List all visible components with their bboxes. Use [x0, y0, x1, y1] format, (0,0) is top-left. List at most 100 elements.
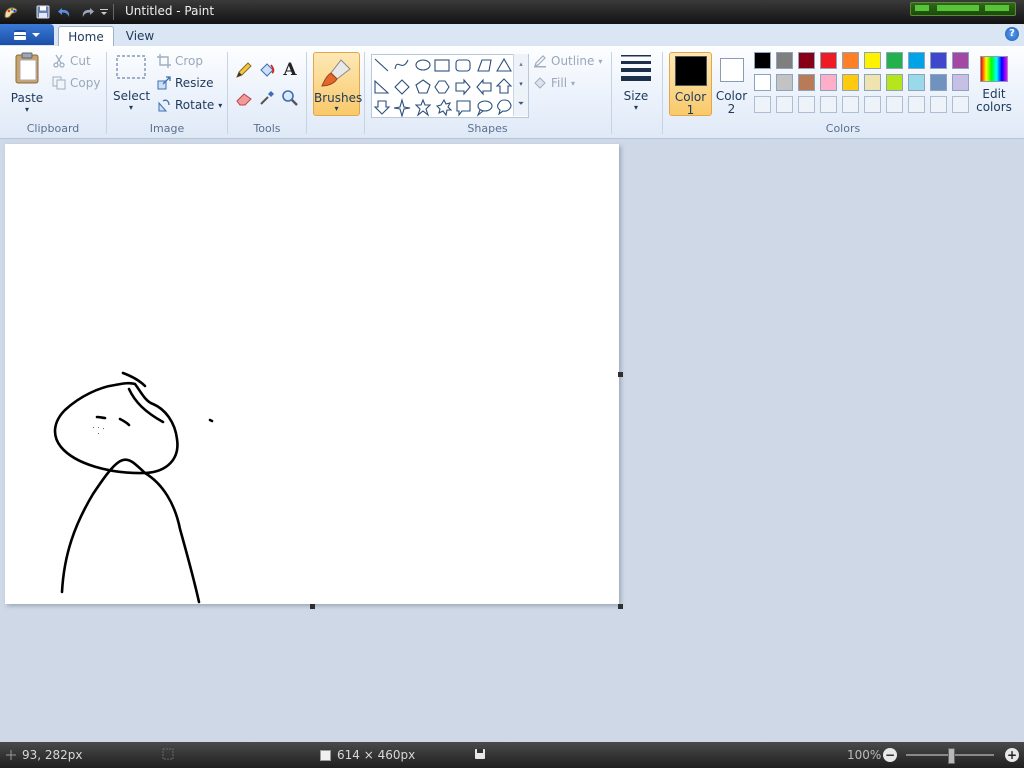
palette-color-swatch[interactable] [754, 52, 771, 69]
select-button[interactable]: Select ▾ [113, 52, 150, 116]
drawing-canvas[interactable] [5, 144, 619, 604]
palette-color-swatch[interactable] [886, 52, 903, 69]
color-2-button[interactable]: Color 2 [711, 52, 752, 116]
crop-button[interactable]: Crop [157, 54, 203, 68]
customize-qat-icon[interactable] [98, 3, 110, 21]
copy-button[interactable]: Copy [52, 76, 100, 90]
palette-color-swatch[interactable] [754, 74, 771, 91]
palette-color-swatch[interactable] [798, 52, 815, 69]
chevron-down-icon: ▾ [633, 103, 638, 112]
palette-custom-slot[interactable] [776, 96, 793, 113]
size-button[interactable]: Size ▾ [616, 52, 656, 116]
fill-bucket-icon[interactable] [257, 60, 277, 80]
group-separator [611, 52, 612, 134]
palette-custom-slot[interactable] [798, 96, 815, 113]
palette-color-swatch[interactable] [864, 52, 881, 69]
canvas-workspace [0, 139, 1024, 742]
palette-custom-slot[interactable] [908, 96, 925, 113]
scissors-icon [53, 54, 65, 68]
palette-color-swatch[interactable] [842, 74, 859, 91]
shapes-gallery-scrollbar[interactable]: ▴ ▾ ⏷ [513, 54, 528, 116]
cut-label: Cut [70, 54, 91, 68]
outline-icon [534, 55, 546, 68]
magnifier-icon[interactable] [280, 88, 300, 108]
eraser-icon[interactable] [234, 88, 254, 108]
outline-button[interactable]: Outline ▾ [533, 54, 602, 68]
edit-colors-button[interactable]: Edit colors [974, 52, 1014, 116]
paste-label: Paste [10, 91, 44, 105]
rotate-icon [158, 99, 170, 112]
palette-custom-slot[interactable] [820, 96, 837, 113]
palette-custom-slot[interactable] [754, 96, 771, 113]
palette-color-swatch[interactable] [886, 74, 903, 91]
close-button[interactable] [985, 5, 1009, 11]
palette-color-swatch[interactable] [908, 52, 925, 69]
redo-icon[interactable] [78, 3, 96, 21]
crosshair-icon [6, 750, 16, 760]
crop-label: Crop [175, 54, 204, 68]
rotate-button[interactable]: Rotate ▾ [157, 98, 222, 112]
resize-handle-corner[interactable] [618, 604, 623, 609]
copy-label: Copy [70, 76, 101, 90]
palette-color-swatch[interactable] [908, 74, 925, 91]
chevron-down-icon: ▾ [334, 104, 339, 113]
resize-button[interactable]: Resize [157, 76, 213, 90]
color-2-swatch [720, 58, 744, 82]
zoom-slider-thumb[interactable] [948, 748, 955, 764]
palette-color-swatch[interactable] [952, 74, 969, 91]
save-icon[interactable] [34, 3, 52, 21]
chevron-up-icon[interactable]: ▴ [514, 54, 528, 74]
paint-app-icon[interactable] [2, 3, 20, 21]
resize-handle-bottom[interactable] [310, 604, 315, 609]
shapes-gallery [371, 54, 529, 118]
palette-color-swatch[interactable] [864, 74, 881, 91]
palette-custom-slot[interactable] [952, 96, 969, 113]
window-controls[interactable] [910, 2, 1016, 16]
cut-button[interactable]: Cut [52, 54, 91, 68]
ribbon: Paste ▾ Cut Copy Clipboard Select ▾ Crop… [0, 46, 1024, 139]
minimize-button[interactable] [915, 5, 929, 11]
pencil-icon[interactable] [234, 60, 254, 80]
palette-custom-slot[interactable] [842, 96, 859, 113]
help-icon[interactable]: ? [1005, 27, 1019, 41]
selection-size [162, 748, 174, 760]
color-1-button[interactable]: Color 1 [669, 52, 712, 117]
palette-color-swatch[interactable] [952, 52, 969, 69]
tab-home[interactable]: Home [58, 26, 114, 47]
resize-handle-right[interactable] [618, 372, 623, 377]
brushes-button[interactable]: Brushes ▾ [313, 52, 362, 116]
palette-custom-slot[interactable] [864, 96, 881, 113]
palette-color-swatch[interactable] [842, 52, 859, 69]
color-1-number: 1 [686, 103, 695, 117]
expand-gallery-icon[interactable]: ⏷ [514, 94, 528, 114]
palette-color-swatch[interactable] [820, 74, 837, 91]
zoom-in-button[interactable]: + [1005, 748, 1019, 762]
rotate-label: Rotate [175, 98, 215, 112]
zoom-out-button[interactable]: − [883, 748, 897, 762]
palette-custom-slot[interactable] [930, 96, 947, 113]
fill-button[interactable]: Fill ▾ [533, 76, 575, 90]
palette-color-swatch[interactable] [820, 52, 837, 69]
paint-menu-button[interactable] [0, 24, 54, 45]
size-label: Size [623, 89, 649, 103]
color-picker-icon[interactable] [257, 88, 277, 108]
chevron-down-icon[interactable]: ▾ [514, 74, 528, 94]
file-size [474, 748, 486, 760]
colors-group-label: Colors [825, 122, 861, 135]
tab-view[interactable]: View [118, 26, 162, 46]
paste-button[interactable]: Paste ▾ [6, 52, 48, 116]
palette-color-swatch[interactable] [798, 74, 815, 91]
canvas-size-text: 614 × 460px [337, 748, 416, 762]
maximize-button[interactable] [937, 5, 979, 11]
palette-color-swatch[interactable] [930, 74, 947, 91]
palette-custom-slot[interactable] [886, 96, 903, 113]
brush-icon [321, 59, 351, 87]
shapes-gallery-icons[interactable] [372, 55, 512, 117]
palette-color-swatch[interactable] [930, 52, 947, 69]
text-icon[interactable]: A [280, 60, 300, 80]
chevron-down-icon: ▾ [24, 105, 29, 114]
cursor-position-text: 93, 282px [22, 748, 83, 762]
palette-color-swatch[interactable] [776, 74, 793, 91]
palette-color-swatch[interactable] [776, 52, 793, 69]
undo-icon[interactable] [56, 3, 74, 21]
